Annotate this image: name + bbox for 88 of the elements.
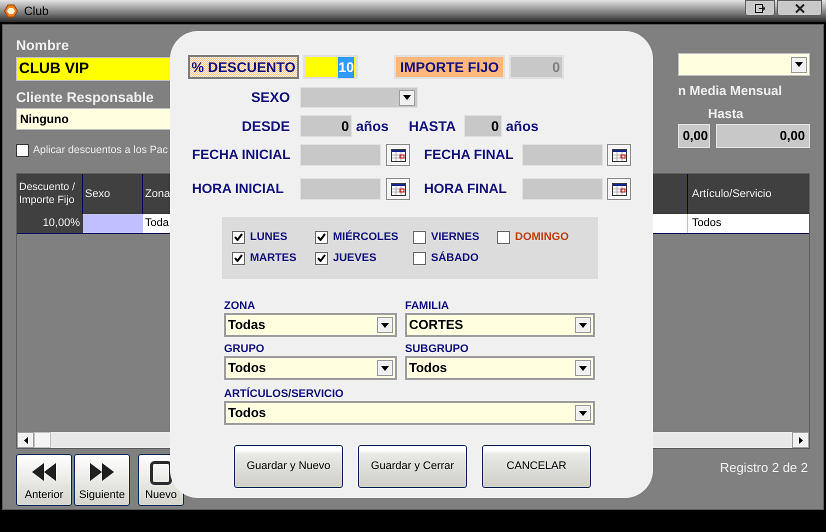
caret-icon	[399, 90, 415, 106]
checkbox-label: VIERNES	[431, 230, 480, 245]
caret-icon	[575, 317, 591, 333]
field-label: HORA FINAL	[424, 180, 508, 198]
dialog-button[interactable]: CANCELAR	[482, 445, 591, 488]
calendar-button[interactable]	[386, 144, 410, 166]
record-counter: Registro 2 de 2	[720, 459, 808, 477]
calendar-button[interactable]	[607, 178, 631, 200]
field-label: Hasta	[708, 104, 744, 122]
calendar-icon	[390, 148, 406, 162]
dropdown-field[interactable]: CORTES	[405, 313, 595, 337]
calendar-icon	[612, 182, 626, 196]
client-field[interactable]: Ninguno	[16, 108, 171, 130]
field-label: DESDE	[240, 116, 290, 136]
date-field[interactable]	[522, 144, 603, 166]
window-title: Club	[24, 3, 49, 20]
dialog-button[interactable]: Guardar y Cerrar	[358, 445, 467, 488]
field-label: Cliente Responsable	[16, 89, 155, 105]
checkbox[interactable]	[413, 252, 426, 264]
close-icon	[794, 4, 804, 12]
dropdown-field[interactable]: Todas	[224, 313, 397, 337]
checkbox-label: JUEVES	[333, 250, 376, 266]
field-label: GRUPO	[224, 342, 266, 356]
caret-icon	[377, 360, 393, 376]
checkbox[interactable]	[315, 230, 328, 244]
dropdown-field[interactable]: Todos	[224, 356, 397, 380]
right-arrow-icon	[798, 436, 802, 444]
fast-forward-icon	[90, 462, 114, 480]
nav-button[interactable]: Anterior	[16, 454, 72, 506]
table-cell: Todos	[687, 214, 809, 233]
checkbox[interactable]	[16, 144, 29, 158]
mode-button[interactable]: IMPORTE FIJO	[394, 55, 505, 79]
caret-icon	[791, 56, 807, 72]
caret-icon	[575, 360, 591, 376]
checkbox-label: SÁBADO	[431, 250, 479, 266]
field-label: ARTÍCULOS/SERVICIO	[224, 387, 345, 401]
dropdown-field[interactable]: Todos	[405, 356, 595, 380]
checkbox[interactable]	[413, 230, 426, 244]
caret-icon	[377, 317, 393, 333]
rewind-icon	[32, 462, 56, 480]
scroll-left-button[interactable]	[17, 432, 34, 448]
field-label: HASTA	[408, 116, 456, 136]
field-label: n Media Mensual	[678, 82, 784, 100]
checkbox[interactable]	[497, 230, 510, 244]
calendar-icon	[612, 148, 626, 162]
checkbox[interactable]	[232, 252, 245, 264]
date-field[interactable]	[300, 144, 381, 166]
calendar-icon	[390, 182, 406, 196]
field-label: SUBGRUPO	[405, 342, 470, 356]
dropdown-field[interactable]: Todos	[224, 401, 595, 425]
calendar-button[interactable]	[607, 144, 631, 166]
dropdown-field[interactable]	[678, 53, 810, 76]
field-label: FECHA INICIAL	[191, 146, 292, 164]
dialog-button[interactable]: Guardar y Nuevo	[234, 445, 343, 488]
table-cell: 10,00%	[17, 214, 83, 233]
checkbox-label: MARTES	[250, 250, 296, 266]
field-label: SEXO	[250, 88, 290, 107]
age-field[interactable]: 0	[464, 115, 502, 137]
field-label: HORA INICIAL	[191, 180, 285, 198]
app-icon	[4, 4, 18, 18]
scrollbar-thumb[interactable]	[34, 432, 51, 448]
checkbox[interactable]	[232, 230, 245, 244]
field-label: FAMILIA	[405, 299, 450, 313]
scroll-right-button[interactable]	[792, 432, 809, 448]
checkbox-label: MIÉRCOLES	[333, 229, 398, 245]
date-field[interactable]	[522, 178, 603, 200]
square-icon	[150, 460, 172, 484]
checkbox-label: LUNES	[250, 230, 288, 245]
field-label: ZONA	[224, 299, 256, 313]
unit-label: años	[506, 116, 539, 136]
close-button[interactable]	[777, 0, 822, 16]
amount-field[interactable]: 0,00	[716, 124, 810, 148]
checkbox-label: DOMINGO	[515, 230, 569, 245]
checkbox[interactable]	[315, 252, 328, 264]
nav-button[interactable]: Siguiente	[74, 454, 130, 506]
name-field[interactable]: CLUB VIP	[16, 57, 171, 81]
mode-button[interactable]: % DESCUENTO	[188, 55, 299, 79]
table-cell	[83, 214, 143, 233]
calendar-button[interactable]	[386, 178, 410, 200]
field-label: Nombre	[16, 37, 70, 53]
caret-icon	[575, 405, 591, 421]
left-arrow-icon	[24, 436, 28, 444]
unit-label: años	[356, 116, 389, 136]
field-label: FECHA FINAL	[424, 146, 514, 164]
date-field[interactable]	[300, 178, 381, 200]
amount-field[interactable]: 0,00	[678, 124, 710, 148]
checkbox-label: Aplicar descuentos a los Pac	[33, 143, 168, 158]
age-field[interactable]: 0	[300, 115, 352, 137]
